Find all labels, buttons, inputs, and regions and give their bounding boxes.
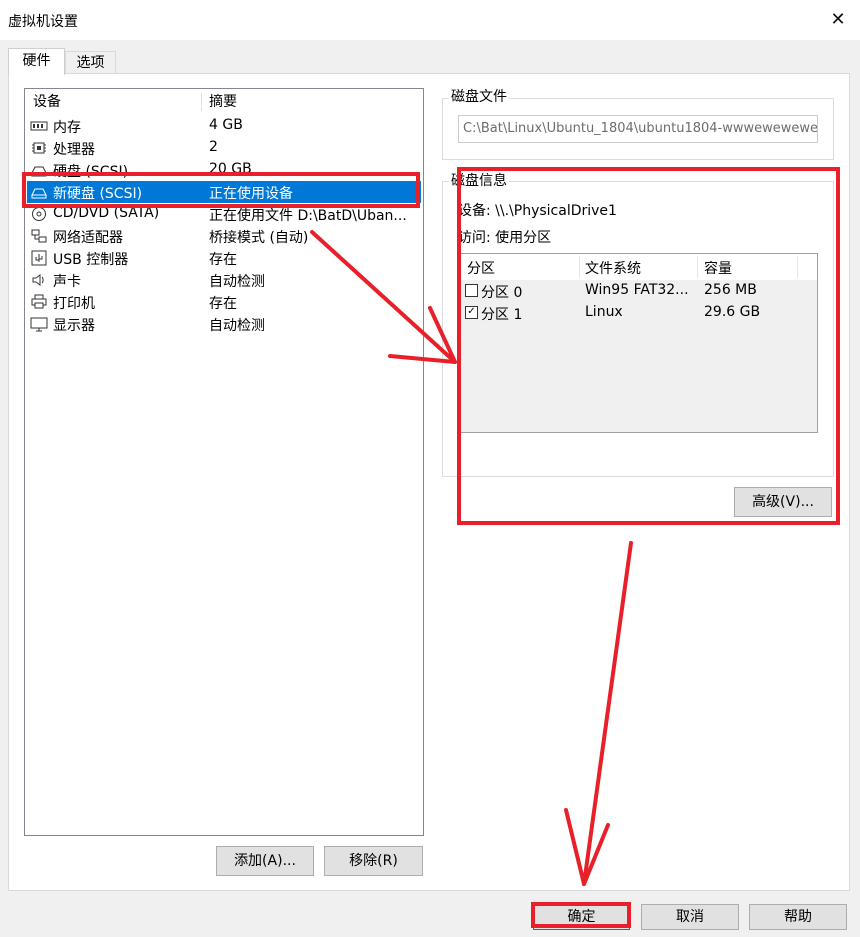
device-row-sound[interactable]: 声卡 自动检测 [27, 269, 421, 291]
display-icon [30, 317, 48, 332]
annotation-highlight-disk-info [457, 167, 840, 525]
usb-icon [31, 250, 47, 266]
device-summary: 自动检测 [209, 318, 265, 334]
device-row-memory[interactable]: 内存 4 GB [27, 115, 421, 137]
column-header-device[interactable]: 设备 [33, 89, 61, 115]
tab-options[interactable]: 选项 [65, 51, 116, 74]
device-name: 内存 [53, 120, 81, 136]
device-name: USB 控制器 [53, 252, 129, 268]
device-summary: 存在 [209, 252, 237, 268]
sound-icon [32, 274, 44, 286]
device-row-display[interactable]: 显示器 自动检测 [27, 313, 421, 335]
device-summary: 桥接模式 (自动) [209, 230, 309, 246]
device-name: 处理器 [53, 142, 95, 158]
printer-icon [31, 294, 47, 309]
window-title: 虚拟机设置 [8, 14, 78, 30]
memory-icon [30, 121, 48, 131]
device-name: 显示器 [53, 318, 95, 334]
device-summary: 自动检测 [209, 274, 265, 290]
add-device-button[interactable]: 添加(A)... [216, 846, 314, 876]
disk-file-label: 磁盘文件 [449, 89, 509, 105]
title-bar [0, 0, 860, 40]
device-row-cpu[interactable]: 处理器 2 [27, 137, 421, 159]
annotation-highlight-ok [531, 902, 631, 928]
device-row-usb[interactable]: USB 控制器 存在 [27, 247, 421, 269]
close-button[interactable]: ✕ [822, 5, 854, 35]
disk-file-path-field[interactable]: C:\Bat\Linux\Ubuntu_1804\ubuntu1804-wwwe… [458, 115, 818, 143]
column-separator[interactable] [201, 93, 202, 111]
remove-device-button[interactable]: 移除(R) [324, 846, 423, 876]
device-summary: 2 [209, 139, 218, 155]
help-button[interactable]: 帮助 [749, 904, 847, 930]
device-summary: 存在 [209, 296, 237, 312]
device-row-printer[interactable]: 打印机 存在 [27, 291, 421, 313]
device-name: 打印机 [53, 296, 95, 312]
device-summary: 4 GB [209, 117, 243, 133]
device-name: 声卡 [53, 274, 81, 290]
device-summary: 正在使用文件 D:\BatD\Uban... [209, 208, 407, 224]
cd-icon [32, 207, 46, 221]
cancel-button[interactable]: 取消 [641, 904, 739, 930]
cpu-icon [32, 142, 46, 154]
device-row-network[interactable]: 网络适配器 桥接模式 (自动) [27, 225, 421, 247]
annotation-highlight-device [22, 172, 420, 208]
tab-hardware[interactable]: 硬件 [8, 48, 65, 75]
device-name: 网络适配器 [53, 230, 123, 246]
column-header-summary[interactable]: 摘要 [209, 89, 237, 115]
network-icon [31, 229, 47, 243]
